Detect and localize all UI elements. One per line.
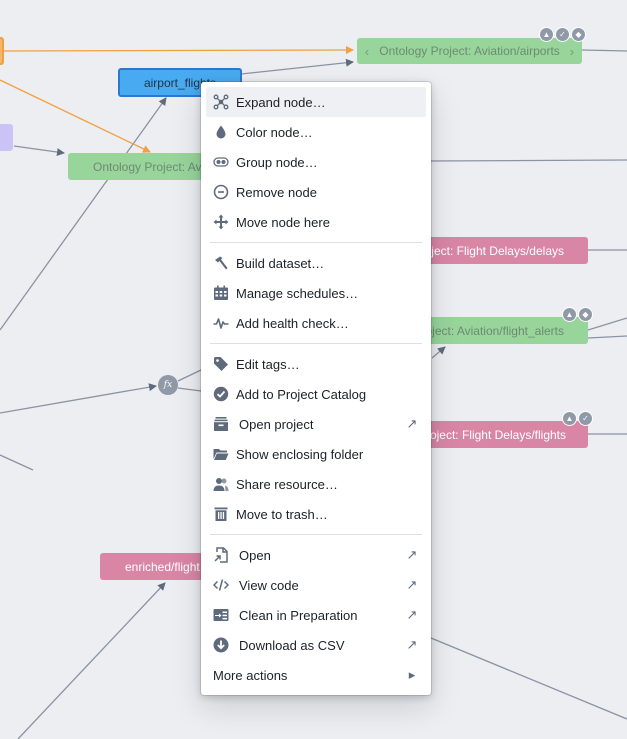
preparation-icon (213, 607, 229, 623)
tag-icon (213, 356, 229, 372)
edge (177, 369, 202, 382)
chevron-left-icon[interactable]: ‹ (357, 44, 379, 59)
menu-divider (210, 242, 422, 243)
edge (17, 582, 166, 739)
graph-node-offscreen-source[interactable] (0, 37, 4, 65)
edge (431, 346, 446, 359)
upload-cloud-icon: ▲ (539, 27, 554, 42)
menu-item-view-code[interactable]: View code ↗ (206, 570, 426, 600)
external-link-icon: ↗ (406, 607, 418, 622)
menu-item-more-actions[interactable]: More actions ▸ (206, 660, 426, 690)
menu-item-move-to-trash[interactable]: Move to trash… (206, 499, 426, 529)
edge (13, 145, 65, 156)
external-link-icon: ↗ (406, 577, 418, 592)
menu-item-add-health-check[interactable]: Add health check… (206, 308, 426, 338)
function-node[interactable]: fx (158, 375, 178, 395)
menu-item-download-as-csv[interactable]: Download as CSV ↗ (206, 630, 426, 660)
menu-item-manage-schedules[interactable]: Manage schedules… (206, 278, 426, 308)
menu-item-move-node-here[interactable]: Move node here (206, 207, 426, 237)
menu-divider (210, 534, 422, 535)
hammer-icon (213, 255, 229, 271)
trash-icon (213, 506, 229, 522)
open-file-icon (213, 547, 229, 563)
remove-circle-icon (213, 184, 229, 200)
node-label: Ontology Project: Aviation/... (93, 159, 208, 174)
menu-item-edit-tags[interactable]: Edit tags… (206, 349, 426, 379)
node-badges: ▲ ◆ (562, 307, 593, 322)
external-link-icon: ↗ (406, 416, 418, 431)
badge-check-icon (213, 386, 229, 402)
code-icon (213, 577, 229, 593)
external-link-icon: ↗ (406, 637, 418, 652)
edge (430, 637, 627, 720)
download-icon (213, 637, 229, 653)
menu-divider (210, 343, 422, 344)
graph-node-aviation-partial[interactable]: Ontology Project: Aviation/... (68, 153, 208, 180)
menu-item-open[interactable]: Open ↗ (206, 540, 426, 570)
edge (581, 49, 627, 52)
menu-item-expand-node[interactable]: Expand node… (206, 87, 426, 117)
menu-item-clean-in-preparation[interactable]: Clean in Preparation ↗ (206, 600, 426, 630)
external-link-icon: ↗ (406, 547, 418, 562)
edge (587, 335, 627, 339)
menu-item-open-project[interactable]: Open project ↗ (206, 409, 426, 439)
menu-item-build-dataset[interactable]: Build dataset… (206, 248, 426, 278)
graph-node-offscreen-purple[interactable] (0, 124, 13, 151)
move-icon (213, 214, 229, 230)
pulse-icon (213, 315, 229, 331)
caret-right-icon: ▸ (408, 667, 416, 682)
node-label: enriched/flight... (125, 559, 210, 574)
group-icon (213, 154, 229, 170)
edge (0, 454, 34, 471)
check-icon: ✓ (578, 411, 593, 426)
people-icon (213, 476, 229, 492)
node-badges: ▲ ✓ (562, 411, 593, 426)
edge (587, 317, 627, 331)
upload-cloud-icon: ▲ (562, 307, 577, 322)
menu-item-share-resource[interactable]: Share resource… (206, 469, 426, 499)
menu-item-show-enclosing-folder[interactable]: Show enclosing folder (206, 439, 426, 469)
menu-item-add-to-project-catalog[interactable]: Add to Project Catalog (206, 379, 426, 409)
chevron-right-icon[interactable]: › (560, 44, 582, 59)
context-menu: Expand node… Color node… Group node… Rem… (201, 82, 431, 695)
menu-item-group-node[interactable]: Group node… (206, 147, 426, 177)
node-label: Ontology Project: Aviation/airports (379, 44, 560, 58)
folder-open-icon (213, 446, 229, 462)
menu-item-color-node[interactable]: Color node… (206, 117, 426, 147)
cube-icon: ◆ (571, 27, 586, 42)
graph-node-enriched-flight[interactable]: enriched/flight... (100, 553, 210, 580)
edge (0, 383, 157, 414)
node-badges: ▲ ✓ ◆ (539, 27, 586, 42)
calendar-icon (213, 285, 229, 301)
edge (429, 159, 627, 162)
archive-icon (213, 416, 229, 432)
droplet-icon (213, 124, 229, 140)
upload-cloud-icon: ▲ (562, 411, 577, 426)
edge-highlighted (3, 46, 354, 55)
edge (0, 97, 167, 331)
check-icon: ✓ (555, 27, 570, 42)
cube-icon: ◆ (578, 307, 593, 322)
edge (177, 387, 202, 392)
edge (240, 58, 354, 75)
expand-node-icon (213, 94, 229, 110)
menu-item-remove-node[interactable]: Remove node (206, 177, 426, 207)
